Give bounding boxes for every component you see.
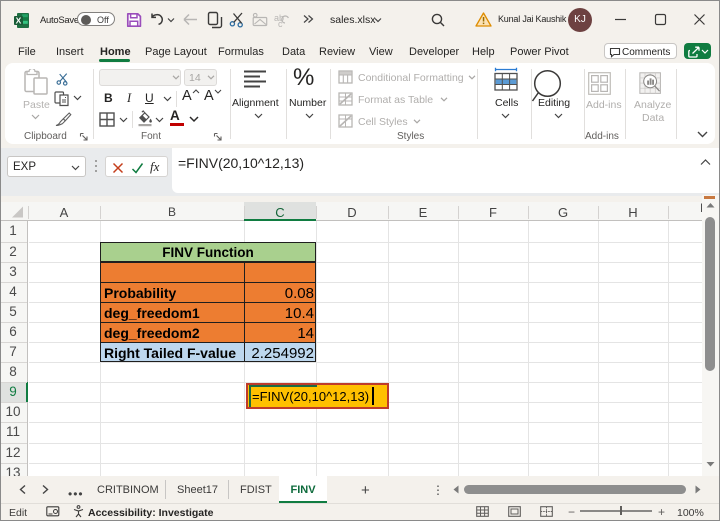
svg-text:X: X: [16, 15, 22, 25]
